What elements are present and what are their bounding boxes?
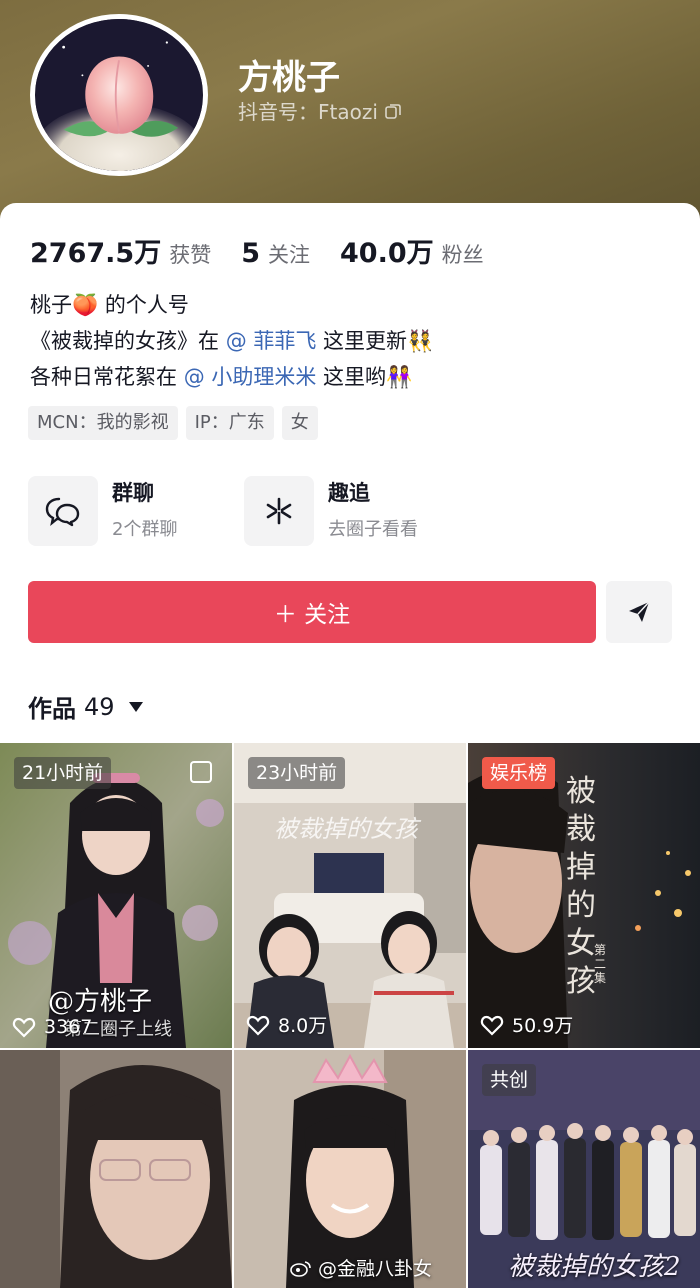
tag-mcn[interactable]: MCN：我的影视 — [28, 406, 178, 440]
tab-works[interactable]: 作品 49 — [28, 689, 143, 724]
video-thumbnail[interactable]: 23小时前 被裁掉的女孩 8.0万 — [234, 743, 466, 1048]
bio-line-2: 《被裁掉的女孩》在 @ 菲菲飞 这里更新👯 — [30, 323, 670, 359]
entry-group-chat[interactable]: 群聊 2个群聊 — [28, 476, 244, 546]
share-button[interactable] — [606, 581, 672, 643]
video-thumbnail[interactable]: 娱乐榜 被裁掉的女孩 第二集 50.9万 — [468, 743, 700, 1048]
tab-works-count: 49 — [84, 692, 115, 721]
weibo-logo-icon — [290, 1260, 311, 1277]
likes-count: 8.0万 — [278, 1015, 328, 1037]
select-checkbox-icon[interactable] — [190, 761, 212, 783]
profile-nickname: 方桃子 — [238, 58, 340, 98]
bio-line-1: 桃子🍑 的个人号 — [30, 287, 670, 323]
entry-subtitle: 2个群聊 — [112, 519, 178, 540]
video-episode: 第二集 — [594, 943, 607, 985]
stat-following[interactable]: 5 关注 — [241, 238, 310, 269]
peach-emoji-icon: 🍑 — [72, 293, 99, 317]
heart-icon — [246, 1015, 270, 1036]
bio-text: 各种日常花絮在 — [30, 365, 184, 389]
douyin-id[interactable]: 抖音号：Ftaozi — [238, 96, 402, 125]
bio-line-3: 各种日常花絮在 @ 小助理米米 这里哟👭 — [30, 359, 670, 395]
video-thumbnail[interactable] — [234, 1050, 466, 1288]
video-likes: 50.9万 — [480, 1011, 573, 1038]
watermark-text: @金融八卦女 — [318, 1258, 433, 1280]
video-thumbnail[interactable] — [0, 1050, 232, 1288]
mention-link[interactable]: @ 菲菲飞 — [226, 329, 317, 353]
stat-followers[interactable]: 40.0万 粉丝 — [340, 231, 484, 270]
watermark: @金融八卦女 — [290, 1254, 432, 1281]
stat-value: 2767.5万 — [30, 238, 162, 269]
stat-label: 关注 — [268, 243, 310, 267]
stat-label: 粉丝 — [441, 243, 484, 267]
likes-count: 3367 — [44, 1016, 93, 1038]
video-cocreate-badge: 共创 — [482, 1064, 537, 1096]
profile-entries: 群聊 2个群聊 趣追 去圈子看看 — [28, 476, 460, 546]
entry-subtitle: 去圈子看看 — [328, 519, 418, 540]
copy-icon[interactable] — [384, 102, 402, 120]
bio-text: 的个人号 — [98, 293, 189, 317]
video-overlay-text: @方桃子 — [48, 987, 153, 1017]
video-overlay-text: 被裁掉的女孩 — [274, 815, 418, 843]
girls-emoji-icon: 👭 — [386, 365, 413, 389]
profile-card: 2767.5万 获赞 5 关注 40.0万 粉丝 桃子🍑 的个人号 《被裁掉的女… — [0, 203, 700, 743]
stat-label: 获赞 — [169, 243, 212, 267]
profile-tags: MCN：我的影视 IP：广东 女 — [28, 406, 318, 440]
profile-bio: 桃子🍑 的个人号 《被裁掉的女孩》在 @ 菲菲飞 这里更新👯 各种日常花絮在 @… — [30, 287, 670, 395]
video-overlay-title: 被裁掉的女孩2 — [508, 1252, 681, 1282]
video-grid: 21小时前 @方桃子 第二圈子上线 3367 23小时前 被裁掉的女孩 8.0万… — [0, 743, 700, 1288]
send-icon — [629, 601, 650, 622]
video-time-badge: 21小时前 — [14, 757, 112, 789]
chat-bubbles-icon — [28, 476, 98, 546]
video-thumbnail[interactable]: 共创 被裁掉的女孩2 — [468, 1050, 700, 1288]
video-title-vertical: 被裁掉的女孩 — [566, 774, 596, 999]
stat-value: 40.0万 — [340, 238, 434, 269]
entry-title: 群聊 — [112, 481, 154, 505]
tag-gender: 女 — [281, 406, 318, 440]
follow-button[interactable]: ＋ 关注 — [28, 581, 596, 643]
bio-text: 《被裁掉的女孩》在 — [30, 329, 226, 353]
tab-works-label: 作品 — [28, 695, 76, 723]
entry-title: 趣追 — [328, 481, 370, 505]
douyin-id-text: 抖音号：Ftaozi — [238, 100, 378, 124]
heart-icon — [12, 1017, 36, 1038]
video-time-badge: 23小时前 — [248, 757, 346, 789]
dancers-emoji-icon: 👯 — [407, 329, 434, 353]
mention-link[interactable]: @ 小助理米米 — [184, 365, 317, 389]
video-likes: 3367 — [12, 1016, 92, 1038]
bio-text: 这里更新 — [316, 329, 408, 353]
likes-count: 50.9万 — [512, 1015, 574, 1037]
tag-ip: IP：广东 — [185, 406, 274, 440]
video-rank-badge: 娱乐榜 — [482, 757, 556, 789]
caret-down-icon — [128, 701, 143, 712]
profile-stats: 2767.5万 获赞 5 关注 40.0万 粉丝 — [30, 231, 514, 270]
stat-likes[interactable]: 2767.5万 获赞 — [30, 231, 211, 270]
bio-text: 这里哟 — [316, 365, 387, 389]
video-thumbnail[interactable]: 21小时前 @方桃子 第二圈子上线 3367 — [0, 743, 232, 1048]
bio-text: 桃子 — [30, 293, 72, 317]
avatar[interactable] — [30, 14, 208, 176]
sparkle-icon — [244, 476, 314, 546]
stat-value: 5 — [241, 238, 260, 269]
video-likes: 8.0万 — [246, 1011, 327, 1038]
heart-icon — [480, 1015, 504, 1036]
entry-quzhui[interactable]: 趣追 去圈子看看 — [244, 476, 460, 546]
